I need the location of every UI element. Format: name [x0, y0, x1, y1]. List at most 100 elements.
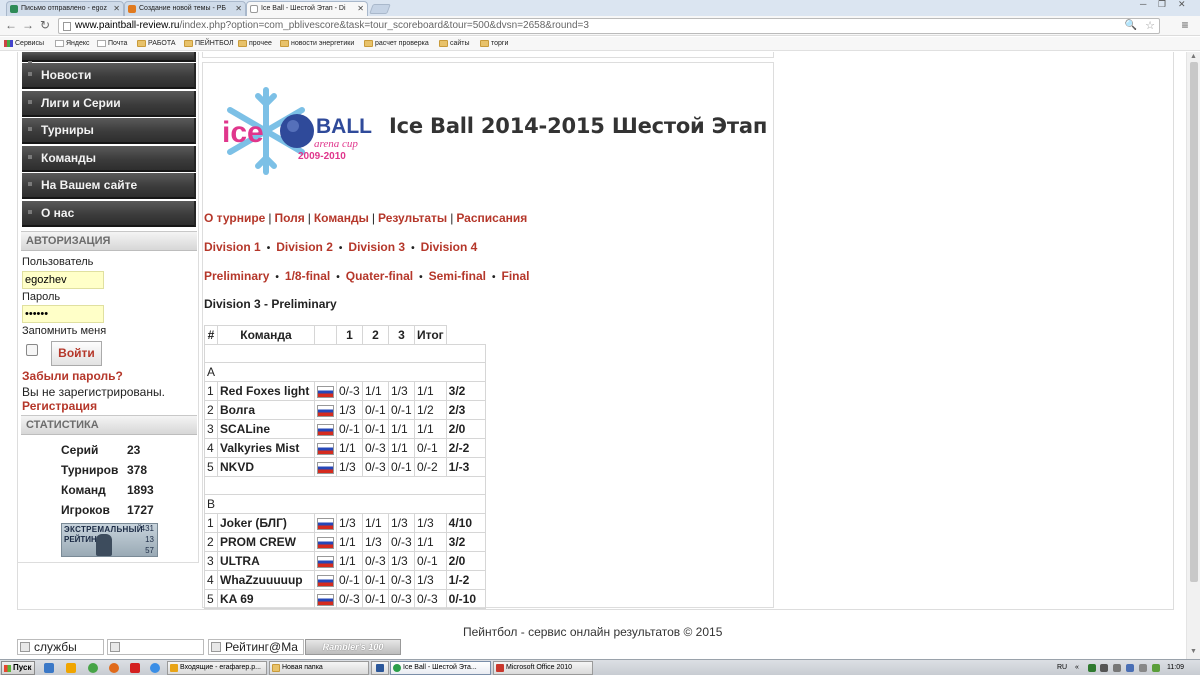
bookmark-yandex[interactable]: Яндекс — [55, 38, 90, 50]
bookmark-folder[interactable]: ПЕЙНТБОЛ — [184, 38, 234, 50]
counter-badge[interactable] — [107, 639, 204, 655]
team-name[interactable]: KA 69 — [217, 589, 315, 609]
link-division-3[interactable]: Division 3 — [348, 240, 405, 254]
link-division-2[interactable]: Division 2 — [276, 240, 333, 254]
taskbar-item-folder[interactable]: Новая папка — [269, 661, 369, 675]
quicklaunch-explorer-icon[interactable] — [44, 663, 54, 673]
menu-item-teams[interactable]: Команды — [22, 146, 196, 172]
extreme-rating-banner[interactable]: ЭКСТРЕМАЛЬНЫЙ РЕЙТИНГ 431 13 57 — [61, 523, 158, 557]
language-indicator[interactable]: RU — [1057, 662, 1067, 674]
link-quarter-final[interactable]: Quater-final — [346, 269, 413, 283]
bookmark-folder[interactable]: новости энергетики — [280, 38, 354, 50]
bookmark-folder[interactable]: РАБОТА — [137, 38, 176, 50]
bookmark-pochta[interactable]: Почта — [97, 38, 127, 50]
taskbar-item-word[interactable] — [371, 661, 389, 675]
username-input[interactable]: egozhev — [22, 271, 104, 289]
page-scrollbar[interactable]: ▲ ▼ — [1186, 52, 1200, 659]
menu-item-news[interactable]: Новости — [22, 63, 196, 89]
team-name[interactable]: Valkyries Mist — [217, 438, 315, 458]
link-final[interactable]: Final — [502, 269, 530, 283]
team-name[interactable]: Joker (БЛГ) — [217, 513, 315, 533]
team-name[interactable]: Red Foxes light — [217, 381, 315, 401]
game-score: 0/-3 — [362, 551, 389, 571]
tab-close-icon[interactable]: ✕ — [235, 2, 242, 15]
rating-mail-counter[interactable]: Рейтинг@Ma — [208, 639, 304, 655]
tab-close-icon[interactable]: ✕ — [113, 2, 120, 15]
link-division-4[interactable]: Division 4 — [421, 240, 478, 254]
clock[interactable]: 11:09 — [1167, 662, 1184, 674]
total-score: 4/10 — [445, 513, 486, 533]
quicklaunch-app-icon[interactable] — [88, 663, 98, 673]
quicklaunch-app-icon[interactable] — [150, 663, 160, 673]
quicklaunch-yandex-icon[interactable] — [130, 663, 140, 673]
bookmark-folder[interactable]: расчет проверка — [364, 38, 429, 50]
quicklaunch-firefox-icon[interactable] — [109, 663, 119, 673]
taskbar-item-office[interactable]: Microsoft Office 2010 — [493, 661, 593, 675]
menu-item-tournaments[interactable]: Турниры — [22, 118, 196, 144]
new-tab-button[interactable] — [369, 4, 391, 14]
link-results[interactable]: Результаты — [378, 211, 447, 225]
browser-tab-active[interactable]: Ice Ball - Шестой Этап - Di ✕ — [246, 1, 368, 16]
link-about-tournament[interactable]: О турнире — [204, 211, 265, 225]
register-link[interactable]: Регистрация — [22, 399, 97, 413]
menu-item-about[interactable]: О нас — [22, 201, 196, 227]
rambler-top100-counter[interactable]: Rambler's 100 — [305, 639, 401, 655]
tray-app-icon[interactable] — [1126, 664, 1134, 672]
game-score: 1/3 — [414, 570, 447, 590]
tray-app-icon[interactable] — [1152, 664, 1160, 672]
link-schedules[interactable]: Расписания — [456, 211, 527, 225]
restore-icon[interactable]: ❐ — [1158, 0, 1166, 9]
menu-item-leagues[interactable]: Лиги и Серии — [22, 91, 196, 117]
bookmark-folder[interactable]: прочее — [238, 38, 272, 50]
menu-item-on-your-site[interactable]: На Вашем сайте — [22, 173, 196, 199]
reload-icon[interactable]: ↻ — [38, 18, 52, 32]
scroll-down-icon[interactable]: ▼ — [1190, 648, 1197, 655]
minimize-icon[interactable]: ─ — [1140, 0, 1146, 9]
bookmark-folder[interactable]: сайты — [439, 38, 470, 50]
link-teams[interactable]: Команды — [314, 211, 369, 225]
bookmark-star-icon[interactable]: ☆ — [1145, 19, 1155, 33]
tray-app-icon[interactable] — [1139, 664, 1147, 672]
window-close-icon[interactable]: ✕ — [1178, 0, 1186, 9]
team-name[interactable]: WhaZzuuuuup — [217, 570, 315, 590]
team-name[interactable]: PROM CREW — [217, 532, 315, 552]
row-number: 4 — [204, 570, 218, 590]
remember-me-checkbox[interactable] — [26, 344, 38, 356]
tab-favicon-icon — [250, 5, 258, 13]
zoom-icon[interactable]: 🔍 — [1125, 19, 1137, 33]
password-input[interactable]: •••••• — [22, 305, 104, 323]
counter-badge[interactable]: службы — [17, 639, 104, 655]
team-name[interactable]: NKVD — [217, 457, 315, 477]
taskbar-item-browser[interactable]: Ice Ball - Шестой Эта... — [390, 661, 491, 675]
link-division-1[interactable]: Division 1 — [204, 240, 261, 254]
scroll-up-icon[interactable]: ▲ — [1190, 53, 1197, 60]
link-preliminary[interactable]: Preliminary — [204, 269, 269, 283]
bookmark-folder[interactable]: торги — [480, 38, 508, 50]
tray-network-icon[interactable] — [1088, 664, 1096, 672]
tray-volume-icon[interactable] — [1100, 664, 1108, 672]
forward-arrow-icon[interactable]: → — [21, 18, 35, 32]
link-semi-final[interactable]: Semi-final — [429, 269, 486, 283]
link-1-8-final[interactable]: 1/8-final — [285, 269, 330, 283]
quicklaunch-folder-icon[interactable] — [66, 663, 76, 673]
taskbar-item-mail[interactable]: Входящие - eraфarep.p... — [167, 661, 267, 675]
address-bar[interactable]: www.paintball-review.ru/index.php?option… — [58, 18, 1160, 34]
team-name[interactable]: SCALine — [217, 419, 315, 439]
login-button[interactable]: Войти — [51, 341, 102, 366]
link-fields[interactable]: Поля — [274, 211, 304, 225]
tray-app-icon[interactable] — [1113, 664, 1121, 672]
team-name[interactable]: ULTRA — [217, 551, 315, 571]
bookmark-services[interactable]: Сервисы — [4, 38, 44, 50]
tray-expand-icon[interactable]: « — [1075, 662, 1079, 674]
flag-cell — [314, 570, 337, 590]
game-score: 0/-3 — [388, 570, 415, 590]
browser-tab[interactable]: Письмо отправлено - egoz ✕ — [6, 1, 124, 16]
browser-menu-icon[interactable]: ≡ — [1178, 18, 1192, 32]
back-arrow-icon[interactable]: ← — [4, 18, 18, 32]
tab-close-icon[interactable]: ✕ — [357, 2, 364, 15]
browser-tab[interactable]: Создание новой темы - РБ ✕ — [124, 1, 246, 16]
team-name[interactable]: Волга — [217, 400, 315, 420]
start-button[interactable]: Пуск — [1, 661, 35, 675]
scrollbar-thumb[interactable] — [1190, 62, 1198, 582]
forgot-password-link[interactable]: Забыли пароль? — [22, 369, 123, 383]
